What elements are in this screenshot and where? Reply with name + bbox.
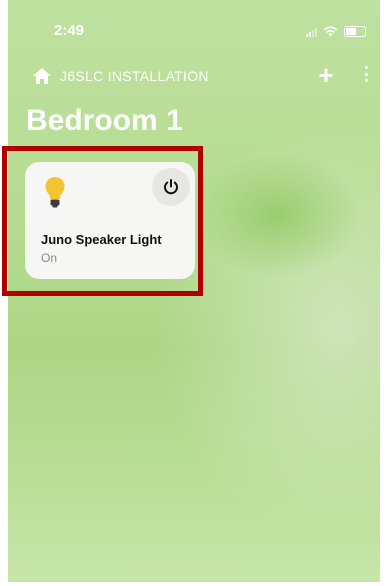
status-bar: 2:49 (8, 22, 380, 46)
more-options-icon[interactable] (360, 66, 372, 88)
wifi-icon (323, 26, 338, 37)
home-icon[interactable] (32, 66, 52, 86)
status-time: 2:49 (54, 22, 85, 39)
add-button[interactable]: + (312, 62, 340, 90)
highlight-box (2, 146, 203, 296)
battery-icon (344, 26, 366, 37)
room-title: Bedroom 1 (26, 104, 183, 137)
top-bar: J6SLC INSTALLATION + (8, 62, 380, 90)
status-icons (306, 26, 366, 37)
cellular-signal-icon (306, 27, 317, 37)
location-selector[interactable]: J6SLC INSTALLATION (60, 68, 209, 84)
